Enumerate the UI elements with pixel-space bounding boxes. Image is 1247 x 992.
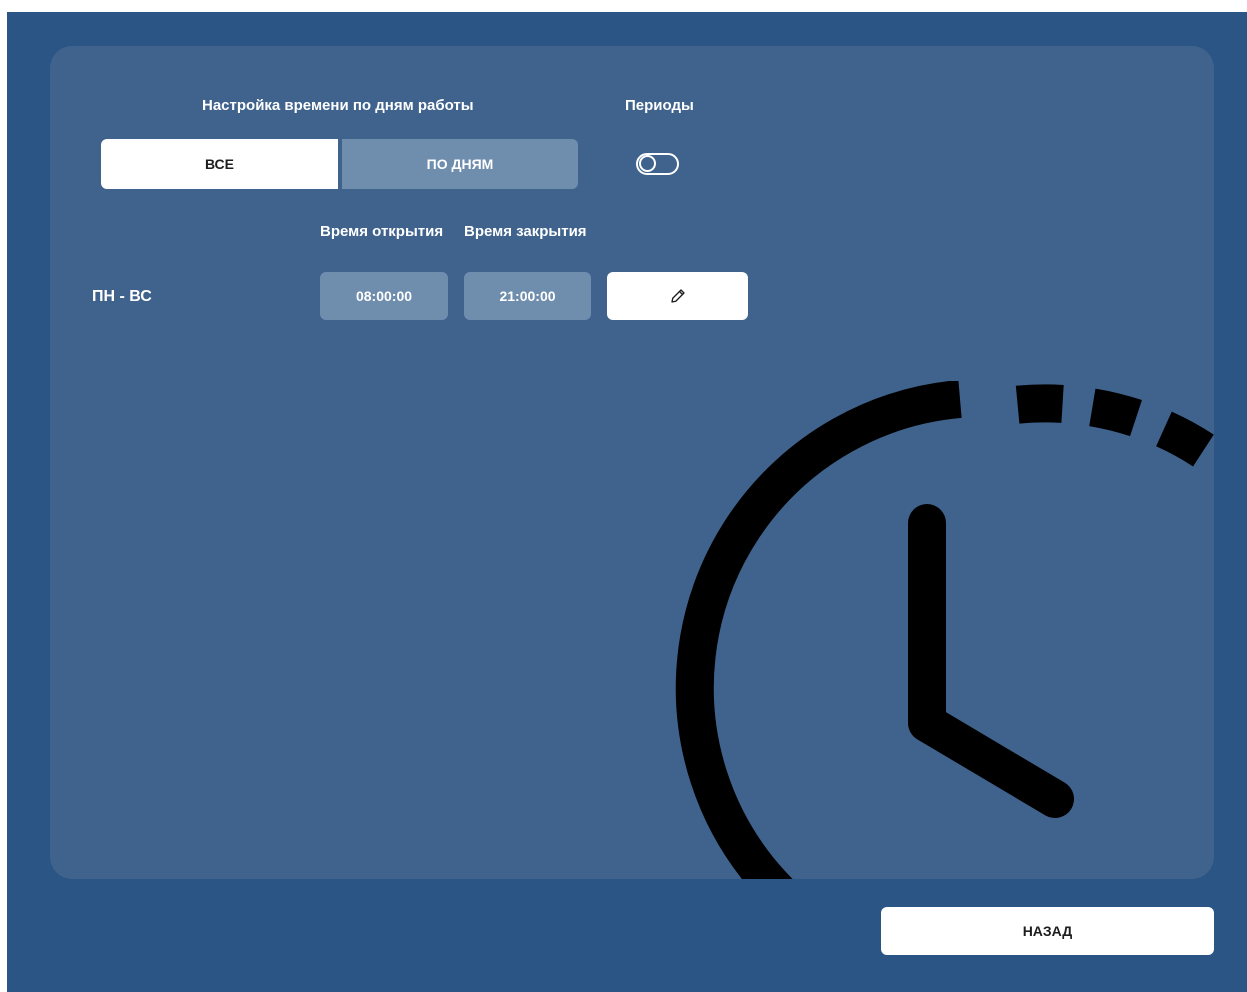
- edit-button[interactable]: [607, 272, 748, 320]
- close-time-field[interactable]: 21:00:00: [464, 272, 591, 320]
- toggle-knob: [639, 155, 656, 172]
- open-time-header: Время открытия: [320, 223, 444, 240]
- schedule-panel: Настройка времени по дням работы Периоды…: [50, 46, 1214, 879]
- pencil-icon: [670, 289, 685, 303]
- row-days-label: ПН - ВС: [92, 288, 152, 305]
- open-time-field[interactable]: 08:00:00: [320, 272, 448, 320]
- mode-all-button[interactable]: ВСЕ: [101, 139, 338, 189]
- periods-title: Периоды: [625, 97, 694, 114]
- app-window: Настройка времени по дням работы Периоды…: [7, 12, 1247, 992]
- close-time-header: Время закрытия: [464, 223, 587, 240]
- clock-icon: [675, 381, 1214, 879]
- periods-toggle[interactable]: [636, 153, 679, 175]
- mode-by-days-button[interactable]: ПО ДНЯМ: [342, 139, 578, 189]
- schedule-title: Настройка времени по дням работы: [202, 97, 474, 114]
- back-button[interactable]: НАЗАД: [881, 907, 1214, 955]
